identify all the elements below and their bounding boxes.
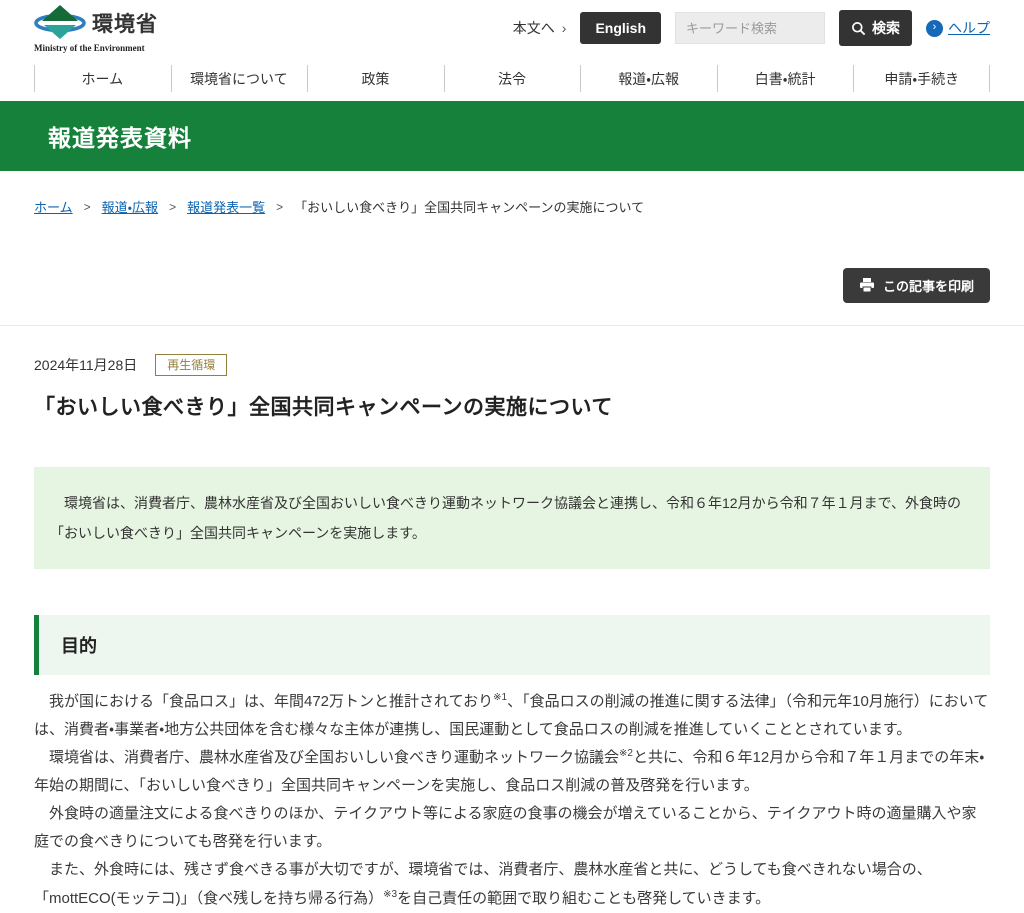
search-button[interactable]: 検索: [839, 10, 912, 46]
english-button[interactable]: English: [580, 12, 661, 44]
article: 2024年11月28日 再生循環 「おいしい食べきり」全国共同キャンペーンの実施…: [0, 354, 1024, 913]
footnote-ref: ※3: [383, 889, 397, 900]
print-button-label: この記事を印刷: [883, 276, 974, 295]
main-nav: ホーム 環境省について 政策 法令 報道・広報 白書・統計 申請・手続き: [0, 56, 1024, 101]
logo-subtitle: Ministry of the Environment: [34, 43, 158, 53]
moe-logo[interactable]: 環境省 Ministry of the Environment: [34, 4, 158, 53]
section-heading-purpose: 目的: [34, 615, 990, 675]
article-date: 2024年11月28日: [34, 355, 137, 375]
breadcrumb-home[interactable]: ホーム: [34, 197, 73, 216]
print-article-button[interactable]: この記事を印刷: [843, 268, 990, 303]
article-meta: 2024年11月28日 再生循環: [34, 354, 990, 376]
article-paragraph: また、外食時には、残さず食べきる事が大切ですが、環境省では、消費者庁、農林水産省…: [34, 856, 990, 912]
breadcrumb-separator: >: [276, 200, 283, 214]
logo-title: 環境省: [92, 8, 158, 38]
help-circle-icon: ›: [926, 20, 943, 37]
summary-box: 環境省は、消費者庁、農林水産省及び全国おいしい食べきり運動ネットワーク協議会と連…: [34, 467, 990, 569]
help-link-label: ヘルプ: [948, 18, 990, 38]
section-heading-label: 目的: [61, 632, 968, 658]
breadcrumb-press[interactable]: 報道・広報: [102, 197, 158, 216]
nav-item-press[interactable]: 報道・広報: [580, 56, 717, 101]
print-row: この記事を印刷: [0, 268, 1024, 303]
breadcrumb-separator: >: [169, 200, 176, 214]
skip-to-content-link[interactable]: 本文へ ›: [513, 18, 567, 38]
chevron-right-icon: ›: [562, 20, 567, 36]
article-divider: [0, 325, 1024, 326]
article-body: 我が国における「食品ロス」は、年間472万トンと推計されており※1、「食品ロスの…: [34, 688, 990, 912]
article-paragraph: 環境省は、消費者庁、農林水産省及び全国おいしい食べきり運動ネットワーク協議会※2…: [34, 744, 990, 800]
nav-item-policy[interactable]: 政策: [307, 56, 444, 101]
summary-text: 環境省は、消費者庁、農林水産省及び全国おいしい食べきり運動ネットワーク協議会と連…: [50, 488, 974, 548]
site-header: 環境省 Ministry of the Environment 本文へ › En…: [0, 0, 1024, 56]
breadcrumb-press-list[interactable]: 報道発表一覧: [187, 197, 265, 216]
page-banner: 報道発表資料: [0, 101, 1024, 171]
footnote-ref: ※2: [619, 748, 633, 759]
printer-icon: [859, 278, 875, 293]
nav-item-whitepaper[interactable]: 白書・統計: [717, 56, 854, 101]
nav-item-applications[interactable]: 申請・手続き: [853, 56, 990, 101]
search-button-label: 検索: [872, 18, 900, 38]
page-title: 報道発表資料: [34, 119, 990, 153]
nav-item-laws[interactable]: 法令: [444, 56, 581, 101]
footnote-ref: ※1: [493, 692, 507, 703]
article-paragraph: 外食時の適量注文による食べきりのほか、テイクアウト等による家庭の食事の機会が増え…: [34, 800, 990, 856]
search-icon: [851, 21, 866, 36]
nav-item-about[interactable]: 環境省について: [171, 56, 308, 101]
article-paragraph: 我が国における「食品ロス」は、年間472万トンと推計されており※1、「食品ロスの…: [34, 688, 990, 744]
breadcrumb-separator: >: [84, 200, 91, 214]
search-input[interactable]: [675, 12, 825, 44]
moe-logo-mark-icon: [34, 4, 86, 42]
nav-item-home[interactable]: ホーム: [34, 56, 171, 101]
breadcrumb-current: 「おいしい食べきり」全国共同キャンペーンの実施について: [294, 197, 644, 216]
help-link[interactable]: › ヘルプ: [926, 18, 990, 38]
article-title: 「おいしい食べきり」全国共同キャンペーンの実施について: [34, 391, 990, 421]
skip-link-label: 本文へ: [513, 18, 555, 38]
category-badge: 再生循環: [155, 354, 227, 376]
breadcrumb: ホーム > 報道・広報 > 報道発表一覧 > 「おいしい食べきり」全国共同キャン…: [0, 197, 1024, 216]
